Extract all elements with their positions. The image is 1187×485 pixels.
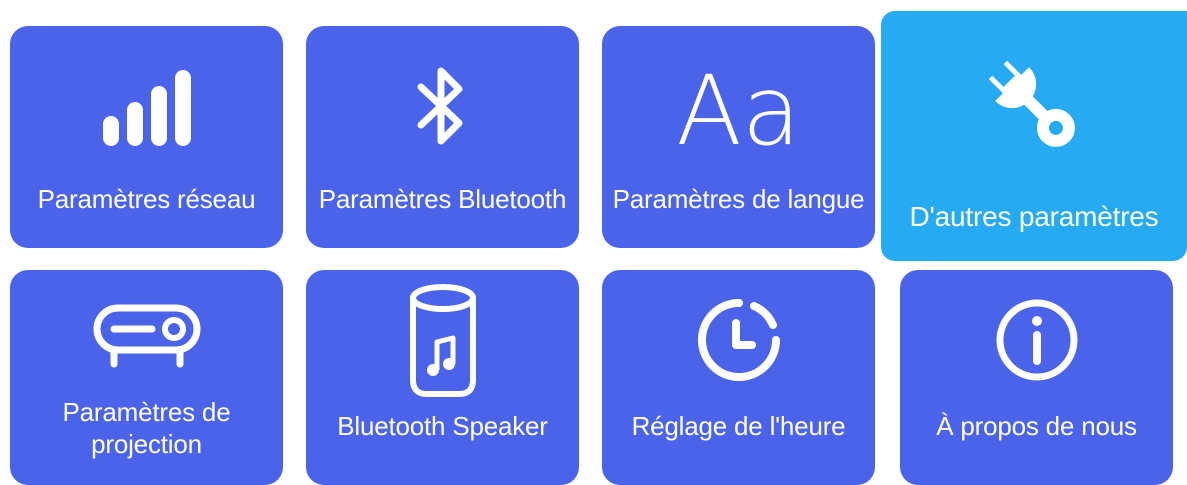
speaker-icon xyxy=(306,270,579,410)
tile-about-us[interactable]: À propos de nous xyxy=(900,270,1173,485)
tile-label: Paramètres Bluetooth xyxy=(318,184,567,214)
tile-time-settings[interactable]: Réglage de l'heure xyxy=(602,270,875,485)
tile-bluetooth-speaker[interactable]: Bluetooth Speaker xyxy=(306,270,579,485)
tile-label: Bluetooth Speaker xyxy=(337,411,548,441)
signal-bars-icon xyxy=(10,26,283,186)
tile-label: Paramètres réseau xyxy=(37,184,256,214)
language-icon: Aa xyxy=(602,26,875,186)
info-icon xyxy=(900,270,1173,410)
language-icon-text: Aa xyxy=(676,55,801,167)
tile-label: D'autres paramètres xyxy=(909,201,1159,232)
projector-icon xyxy=(10,270,283,396)
tile-language-settings[interactable]: Aa Paramètres de langue xyxy=(602,26,875,248)
tile-network-settings[interactable]: Paramètres réseau xyxy=(10,26,283,248)
wrench-icon xyxy=(881,11,1187,201)
tile-label: Réglage de l'heure xyxy=(631,411,846,441)
tile-label: À propos de nous xyxy=(936,411,1137,441)
clock-icon xyxy=(602,270,875,410)
tile-label: Paramètres de langue xyxy=(612,184,865,214)
tile-projection-settings[interactable]: Paramètres de projection xyxy=(10,270,283,485)
tile-label: Paramètres de projection xyxy=(62,397,231,459)
tile-bluetooth-settings[interactable]: Paramètres Bluetooth xyxy=(306,26,579,248)
bluetooth-icon xyxy=(306,26,579,186)
tile-other-settings[interactable]: D'autres paramètres xyxy=(881,11,1187,261)
